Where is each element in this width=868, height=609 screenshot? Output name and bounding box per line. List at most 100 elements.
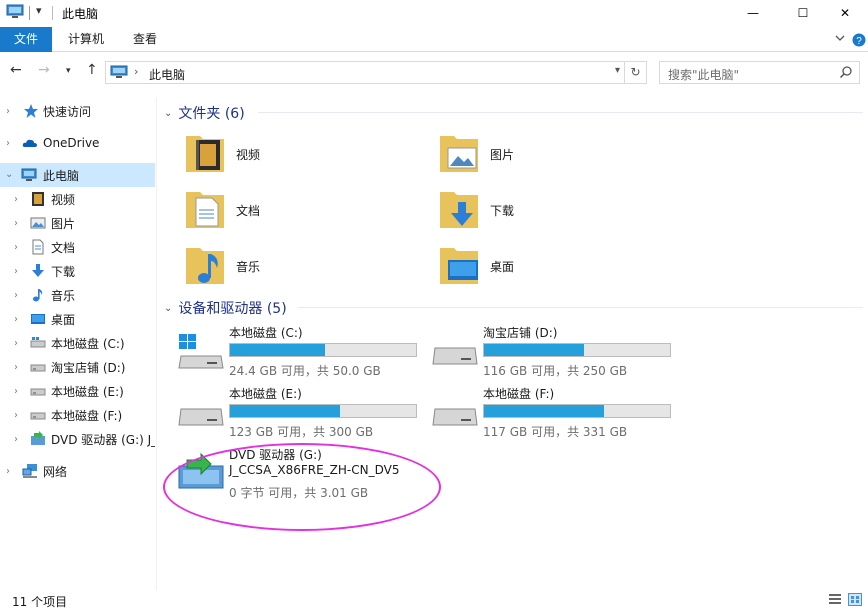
address-bar[interactable]: › 此电脑 ▾ [105, 61, 625, 84]
sidebar-item-desktop[interactable]: › 桌面 [0, 307, 155, 331]
chevron-right-icon[interactable]: › [14, 242, 18, 253]
help-icon[interactable]: ? [852, 33, 866, 47]
folder-item-music[interactable]: 音乐 [184, 242, 424, 292]
quick-access-toolbar-dropdown[interactable]: ▾ [36, 4, 42, 17]
back-button[interactable]: ← [10, 62, 22, 78]
documents-folder-icon [186, 192, 224, 228]
forward-button[interactable]: → [38, 62, 50, 78]
folder-item-downloads[interactable]: 下载 [438, 186, 678, 236]
group-divider [298, 307, 863, 308]
video-folder-icon [186, 136, 224, 172]
drive-name: 淘宝店铺 (D:) [483, 326, 558, 340]
window-title: 此电脑 [62, 7, 99, 21]
large-icons-view-icon[interactable] [848, 593, 862, 606]
drive-free-space: 123 GB 可用，共 300 GB [229, 425, 374, 439]
sidebar-item-drive-c[interactable]: › 本地磁盘 (C:) [0, 331, 155, 355]
address-dropdown-icon[interactable]: ▾ [615, 65, 620, 76]
drive-item-c[interactable]: 本地磁盘 (C:) 24.4 GB 可用，共 50.0 GB [177, 324, 427, 380]
sidebar-item-drive-f[interactable]: › 本地磁盘 (F:) [0, 403, 155, 427]
drives-group-header[interactable]: ⌄ 设备和驱动器 (5) [164, 298, 287, 318]
sidebar-item-label: 图片 [51, 216, 76, 231]
breadcrumb-chevron-icon[interactable]: › [134, 65, 138, 78]
chevron-right-icon[interactable]: › [14, 410, 18, 421]
drive-free-space: 116 GB 可用，共 250 GB [483, 364, 628, 378]
sidebar-item-pictures[interactable]: › 图片 [0, 211, 155, 235]
cloud-icon [22, 139, 37, 147]
sidebar-item-label: 下载 [51, 264, 76, 279]
drive-icon [30, 388, 46, 396]
group-title: 设备和驱动器 (5) [178, 301, 287, 317]
sidebar-item-label: 本地磁盘 (E:) [51, 384, 124, 399]
chevron-right-icon[interactable]: › [14, 266, 18, 277]
svg-text:?: ? [856, 36, 862, 47]
chevron-right-icon[interactable]: › [14, 386, 18, 397]
tab-file[interactable]: 文件 [0, 27, 52, 52]
close-button[interactable]: ✕ [822, 0, 868, 26]
sidebar-item-videos[interactable]: › 视频 [0, 187, 155, 211]
chevron-right-icon[interactable]: › [14, 194, 18, 205]
folder-item-documents[interactable]: 文档 [184, 186, 424, 236]
title-bar: ▾ 此电脑 — ☐ ✕ [0, 0, 868, 26]
chevron-right-icon[interactable]: › [6, 138, 10, 149]
sidebar-item-music[interactable]: › 音乐 [0, 283, 155, 307]
drive-item-dvd-g[interactable]: DVD 驱动器 (G:) J_CCSA_X86FRE_ZH-CN_DV5 0 字… [177, 446, 457, 502]
capacity-bar-fill [484, 405, 605, 417]
chevron-down-icon[interactable]: ⌄ [164, 108, 172, 119]
computer-icon[interactable] [6, 4, 24, 20]
capacity-bar-fill [230, 405, 340, 417]
recent-locations-button[interactable]: ▾ [66, 66, 71, 76]
sidebar-item-documents[interactable]: › 文档 [0, 235, 155, 259]
folder-item-pictures[interactable]: 图片 [438, 130, 678, 180]
drive-name: 本地磁盘 (C:) [229, 326, 303, 340]
chevron-right-icon[interactable]: › [14, 338, 18, 349]
chevron-right-icon[interactable]: › [14, 314, 18, 325]
chevron-down-icon[interactable] [834, 32, 846, 44]
chevron-down-icon[interactable]: ⌄ [5, 169, 13, 180]
sidebar-item-label: OneDrive [43, 136, 100, 150]
chevron-right-icon[interactable]: › [6, 106, 10, 117]
chevron-right-icon[interactable]: › [14, 218, 18, 229]
drive-item-e[interactable]: 本地磁盘 (E:) 123 GB 可用，共 300 GB [177, 385, 427, 441]
up-button[interactable]: ↑ [86, 62, 98, 78]
maximize-button[interactable]: ☐ [780, 0, 826, 26]
search-box[interactable]: 搜索"此电脑" [659, 61, 860, 84]
sidebar-item-network[interactable]: › 网络 [0, 459, 155, 483]
chevron-right-icon[interactable]: › [14, 434, 18, 445]
folder-item-videos[interactable]: 视频 [184, 130, 424, 180]
folders-group-header[interactable]: ⌄ 文件夹 (6) [164, 103, 245, 123]
sidebar-item-drive-e[interactable]: › 本地磁盘 (E:) [0, 379, 155, 403]
sidebar-item-downloads[interactable]: › 下载 [0, 259, 155, 283]
tab-computer[interactable]: 计算机 [60, 27, 112, 52]
windows-drive-icon [178, 334, 224, 369]
chevron-right-icon[interactable]: › [6, 466, 10, 477]
folder-item-desktop[interactable]: 桌面 [438, 242, 678, 292]
folder-label: 视频 [236, 148, 261, 162]
search-icon[interactable] [839, 65, 853, 79]
sidebar-item-drive-d[interactable]: › 淘宝店铺 (D:) [0, 355, 155, 379]
sidebar-item-label: 快速访问 [43, 104, 92, 119]
drive-item-f[interactable]: 本地磁盘 (F:) 117 GB 可用，共 331 GB [431, 385, 681, 441]
capacity-bar-fill [230, 344, 326, 356]
chevron-right-icon[interactable]: › [14, 362, 18, 373]
sidebar-item-this-pc[interactable]: ⌄ 此电脑 [0, 163, 155, 187]
drive-item-d[interactable]: 淘宝店铺 (D:) 116 GB 可用，共 250 GB [431, 324, 681, 380]
downloads-folder-icon [440, 192, 478, 228]
chevron-right-icon[interactable]: › [14, 290, 18, 301]
sidebar-item-onedrive[interactable]: › OneDrive [0, 131, 155, 155]
refresh-button[interactable]: ↻ [625, 61, 647, 84]
capacity-bar [229, 404, 417, 418]
capacity-bar [483, 404, 671, 418]
pictures-folder-icon [440, 136, 478, 172]
details-view-icon[interactable] [828, 593, 842, 606]
drive-free-space: 117 GB 可用，共 331 GB [483, 425, 628, 439]
breadcrumb-this-pc[interactable]: 此电脑 [149, 66, 185, 83]
item-count: 11 个项目 [12, 595, 68, 609]
sidebar-item-label: 此电脑 [43, 168, 80, 183]
pictures-icon [30, 217, 46, 229]
chevron-down-icon[interactable]: ⌄ [164, 303, 172, 314]
tab-view[interactable]: 查看 [120, 27, 170, 52]
minimize-button[interactable]: — [730, 0, 776, 26]
drive-name: 本地磁盘 (E:) [229, 387, 302, 401]
sidebar-item-quick-access[interactable]: › 快速访问 [0, 99, 155, 123]
sidebar-item-dvd-g[interactable]: › DVD 驱动器 (G:) J_ [0, 427, 155, 451]
